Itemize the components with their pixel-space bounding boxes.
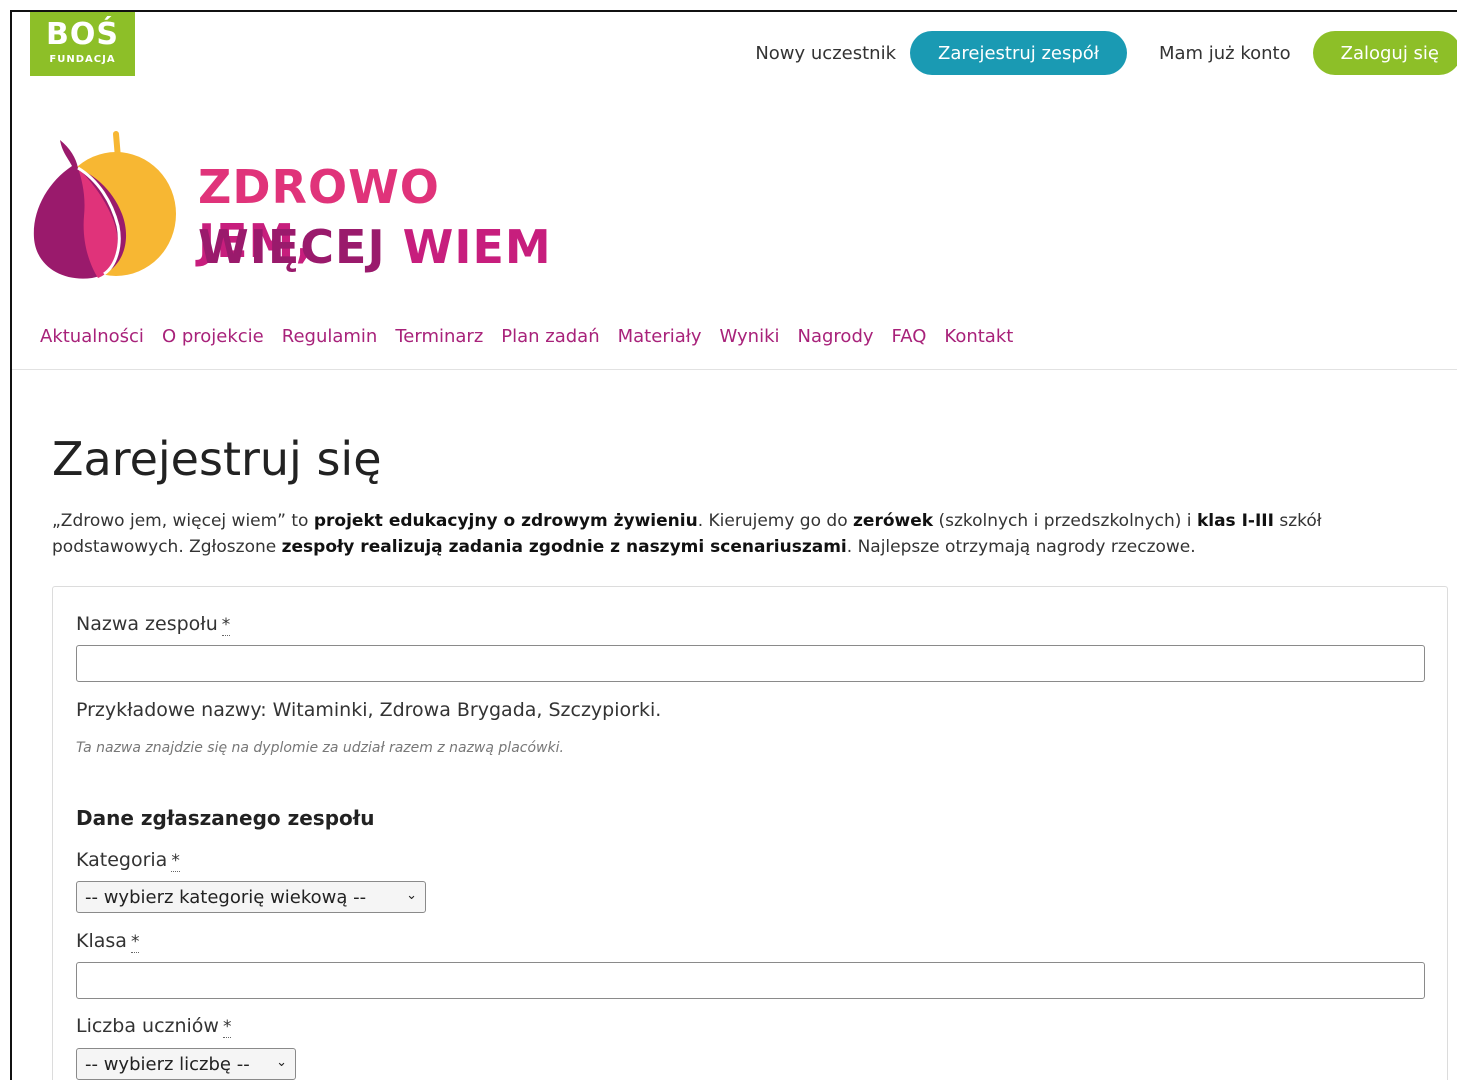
intro-text: . Najlepsze otrzymają nagrody rzeczowe. (846, 537, 1196, 557)
required-mark: * (130, 932, 140, 953)
required-mark: * (171, 851, 180, 872)
registration-form: Nazwa zespołu * Przykładowe nazwy: Witami… (52, 586, 1448, 1080)
nav-plan-zadan[interactable]: Plan zadań (501, 326, 599, 347)
intro-paragraph: „Zdrowo jem, więcej wiem” to projekt edu… (52, 508, 1382, 560)
chevron-down-icon: ⌄ (406, 888, 417, 903)
brand-word-wiecej: WIĘCEJ (198, 220, 403, 274)
nav-o-projekcie[interactable]: O projekcie (162, 326, 264, 347)
required-mark: * (221, 615, 231, 636)
bos-fundacja-logo[interactable]: BOŚ FUNDACJA (30, 12, 135, 76)
team-name-label: Nazwa zespołu * (76, 613, 231, 636)
team-name-label-text: Nazwa zespołu (76, 613, 218, 635)
register-team-button[interactable]: Zarejestruj zespół (910, 31, 1127, 75)
intro-bold-text: klas I-III (1196, 511, 1274, 531)
nav-aktualnosci[interactable]: Aktualności (40, 326, 144, 347)
have-account-text: Mam już konto (1158, 42, 1291, 64)
team-data-section-title: Dane zgłaszanego zespołu (76, 806, 375, 830)
intro-bold-text: zerówek (853, 511, 934, 531)
category-select[interactable]: -- wybierz kategorię wiekową -- ⌄ (76, 881, 426, 913)
nav-materialy[interactable]: Materiały (618, 326, 702, 347)
team-name-note: Ta nazwa znajdzie się na dyplomie za udz… (76, 740, 564, 756)
intro-text: „Zdrowo jem, więcej wiem” to (52, 511, 314, 531)
logo-fundacja-text: FUNDACJA (49, 54, 116, 65)
required-mark: * (222, 1017, 232, 1038)
intro-text: . Kierujemy go do (697, 511, 854, 531)
category-label-text: Kategoria (76, 849, 168, 871)
nav-terminarz[interactable]: Terminarz (395, 326, 483, 347)
class-input[interactable] (76, 962, 1425, 999)
main-nav: Aktualności O projekcie Regulamin Termin… (40, 326, 1031, 347)
fig-fruit-icon (33, 131, 176, 279)
project-brand-logo[interactable]: ZDROWO JEM, WIĘCEJ WIEM (32, 122, 552, 282)
team-name-examples: Przykładowe nazwy: Witaminki, Zdrowa Bry… (76, 699, 662, 721)
new-participant-text: Nowy uczestnik (755, 42, 896, 64)
main-content: Zarejestruj się „Zdrowo jem, więcej wiem… (52, 432, 1448, 560)
nav-kontakt[interactable]: Kontakt (944, 326, 1013, 347)
chevron-down-icon: ⌄ (276, 1055, 287, 1070)
brand-word-zdrowo: ZDROWO (198, 160, 440, 214)
class-label: Klasa * (76, 930, 140, 953)
students-count-label-text: Liczba uczniów (76, 1015, 219, 1037)
nav-faq[interactable]: FAQ (892, 326, 927, 347)
nav-divider (12, 369, 1457, 370)
team-name-input[interactable] (76, 645, 1425, 682)
students-count-label: Liczba uczniów * (76, 1015, 232, 1038)
brand-word-wiem: WIEM (402, 220, 552, 274)
intro-text: (szkolnych i przedszkolnych) i (933, 511, 1197, 531)
students-count-select[interactable]: -- wybierz liczbę -- ⌄ (76, 1048, 296, 1080)
nav-nagrody[interactable]: Nagrody (798, 326, 874, 347)
brand-line-2: WIĘCEJ WIEM (198, 220, 552, 274)
page-frame: BOŚ FUNDACJA Nowy uczestnik Zarejestruj … (10, 10, 1457, 1080)
category-selected-value: -- wybierz kategorię wiekową -- (85, 886, 367, 908)
class-label-text: Klasa (76, 930, 127, 952)
page-title: Zarejestruj się (52, 432, 382, 486)
students-count-selected-value: -- wybierz liczbę -- (85, 1053, 250, 1075)
intro-bold-text: zespoły realizują zadania zgodnie z nasz… (281, 537, 847, 557)
nav-wyniki[interactable]: Wyniki (720, 326, 780, 347)
nav-regulamin[interactable]: Regulamin (282, 326, 378, 347)
header: BOŚ FUNDACJA Nowy uczestnik Zarejestruj … (12, 12, 1457, 372)
logo-bos-text: BOŚ (46, 17, 119, 52)
login-button[interactable]: Zaloguj się (1312, 31, 1457, 75)
category-label: Kategoria * (76, 849, 180, 872)
top-account-nav: Nowy uczestnik Zarejestruj zespół Mam ju… (741, 30, 1457, 76)
intro-bold-text: projekt edukacyjny o zdrowym żywieniu (313, 511, 698, 531)
